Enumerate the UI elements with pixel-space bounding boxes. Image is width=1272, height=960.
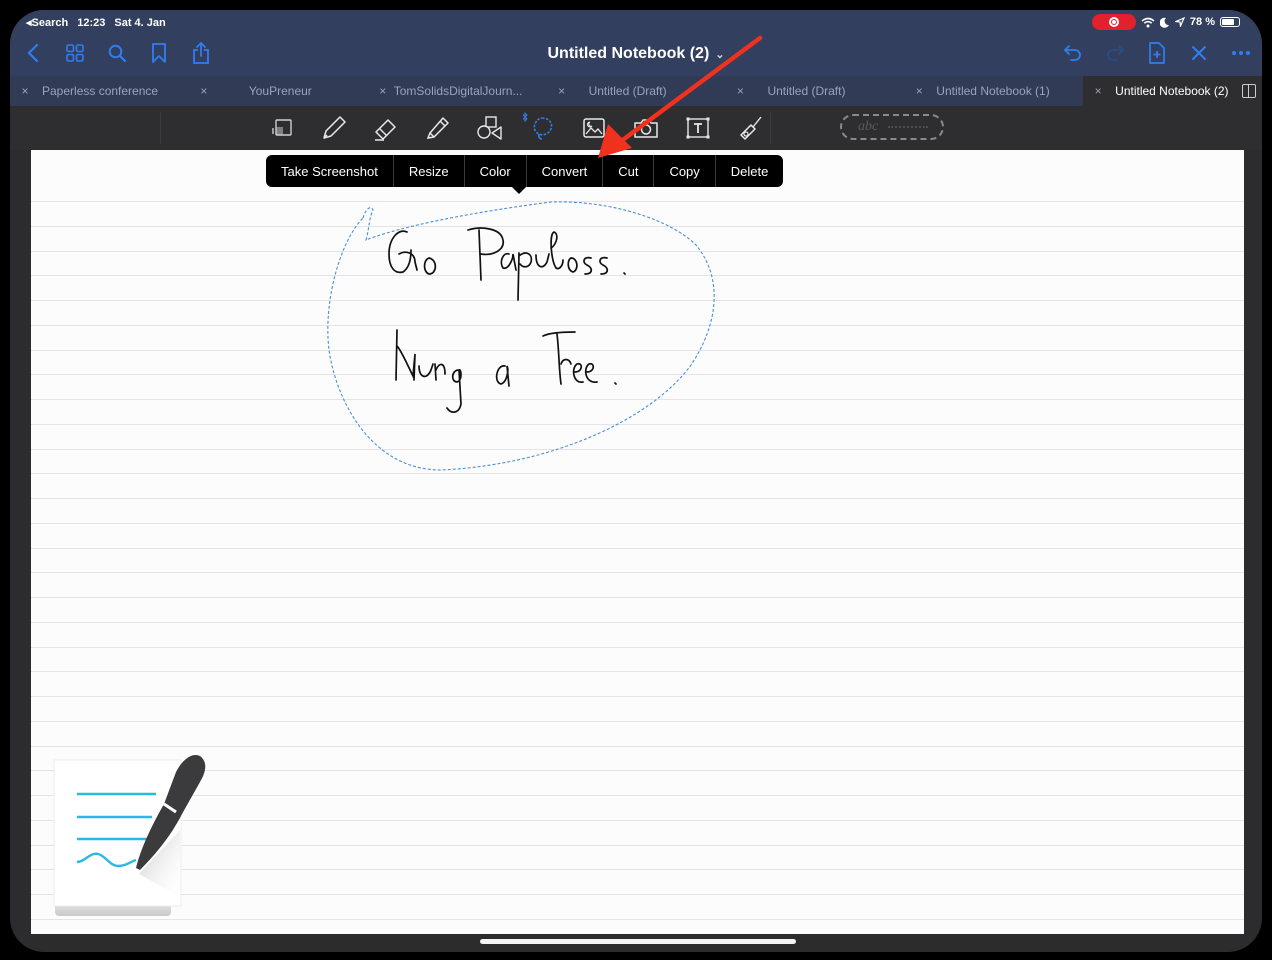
notebook-title: Untitled Notebook (2): [547, 45, 710, 62]
redo-button[interactable]: [1104, 42, 1126, 64]
color-menu-item[interactable]: Color: [463, 155, 526, 187]
image-icon: [583, 118, 605, 138]
tab-tomsolids-digital-journal[interactable]: × TomSolidsDigitalJourn...: [368, 76, 547, 106]
more-button[interactable]: [1230, 42, 1252, 64]
status-time: 12:23: [77, 16, 106, 29]
tab-close-icon[interactable]: ×: [193, 84, 215, 98]
screen-recording-indicator[interactable]: [1091, 14, 1136, 30]
undo-button[interactable]: [1062, 42, 1084, 64]
take-screenshot-menu-item[interactable]: Take Screenshot: [266, 155, 393, 187]
tab-label: YouPreneur: [248, 84, 312, 98]
tab-close-icon[interactable]: ×: [551, 84, 573, 98]
lasso-selection-outline: [327, 201, 715, 471]
tab-close-icon[interactable]: ×: [908, 84, 930, 98]
split-view-icon[interactable]: [1242, 84, 1257, 98]
pen-icon: [323, 116, 346, 139]
zoom-window-icon: [272, 119, 292, 136]
ipad-screen: ◂Search 12:23 Sat 4. Jan 78 % Untitled N…: [10, 10, 1262, 952]
back-to-app-link[interactable]: ◂Search: [26, 16, 68, 29]
tab-untitled-notebook-1[interactable]: × Untitled Notebook (1): [904, 76, 1083, 106]
tab-close-icon[interactable]: ×: [372, 84, 394, 98]
tab-label: Paperless conference: [42, 84, 159, 98]
lasso-icon: [533, 117, 553, 140]
bluetooth-icon: [522, 112, 528, 122]
close-button[interactable]: [1188, 42, 1210, 64]
nav-right-group: [1062, 42, 1252, 64]
tool-group: [266, 112, 766, 142]
status-bar-left: ◂Search 12:23 Sat 4. Jan: [26, 16, 166, 30]
tab-label: Untitled Notebook (2): [1115, 84, 1229, 98]
battery-icon: [1220, 17, 1240, 27]
resize-menu-item[interactable]: Resize: [392, 155, 464, 187]
back-app-label: Search: [31, 17, 69, 29]
record-icon: [1108, 17, 1119, 27]
lasso-tool[interactable]: [522, 112, 558, 142]
tab-close-icon[interactable]: ×: [1087, 84, 1109, 98]
location-icon: [1174, 17, 1185, 27]
document-tabs: × Paperless conference × YouPreneur × TomSo…: [10, 76, 1262, 106]
top-navigation-bar: ◂Search 12:23 Sat 4. Jan 78 % Untitled N…: [10, 10, 1262, 76]
highlighter-icon: [426, 117, 449, 139]
laser-pointer-tool[interactable]: [734, 114, 766, 142]
camera-tool[interactable]: [630, 114, 662, 142]
cut-menu-item[interactable]: Cut: [602, 155, 653, 187]
handwriting-to-text-tool[interactable]: abc: [840, 114, 944, 140]
add-page-icon: [1149, 42, 1165, 64]
context-menu-pointer: [512, 187, 526, 194]
home-indicator[interactable]: [480, 939, 796, 944]
battery-percent: 78 %: [1189, 16, 1215, 28]
undo-icon: [1063, 45, 1081, 61]
tab-paperless-conference[interactable]: × Paperless conference: [10, 76, 189, 106]
chevron-down-icon: ⌄: [715, 49, 725, 61]
drawing-toolbar: abc: [10, 106, 1262, 150]
tab-untitled-notebook-2[interactable]: × Untitled Notebook (2): [1083, 76, 1262, 106]
selection-context-menu: Take Screenshot Resize Color Convert Cut…: [266, 155, 784, 187]
app-logo-icon: [53, 754, 206, 916]
toolbar-divider: [160, 112, 161, 144]
image-tool[interactable]: [578, 114, 610, 142]
tab-label: Untitled (Draft): [767, 84, 846, 98]
redo-icon: [1107, 45, 1125, 61]
tab-untitled-draft-1[interactable]: × Untitled (Draft): [547, 76, 726, 106]
convert-menu-item[interactable]: Convert: [525, 155, 603, 187]
status-bar-right: 78 %: [1091, 14, 1240, 30]
tab-close-icon[interactable]: ×: [729, 84, 751, 98]
eraser-tool[interactable]: [370, 114, 402, 142]
shapes-icon: [477, 116, 502, 140]
goodnotes-logo: [52, 742, 222, 927]
pen-tool[interactable]: [318, 114, 350, 142]
text-tool-placeholder: abc: [858, 119, 879, 134]
tab-label: Untitled (Draft): [588, 84, 667, 98]
more-icon: [1232, 51, 1250, 55]
add-page-button[interactable]: [1146, 42, 1168, 64]
text-box-icon: [686, 117, 710, 139]
copy-menu-item[interactable]: Copy: [653, 155, 714, 187]
laser-pointer-icon: [740, 116, 762, 140]
text-box-tool[interactable]: [682, 114, 714, 142]
camera-icon: [634, 119, 658, 138]
moon-icon: [1159, 17, 1169, 28]
text-tool-scribble: [888, 126, 929, 128]
tab-label: TomSolidsDigitalJourn...: [393, 84, 523, 98]
tab-label: Untitled Notebook (1): [936, 84, 1050, 98]
status-date: Sat 4. Jan: [114, 16, 166, 29]
tab-untitled-draft-2[interactable]: × Untitled (Draft): [725, 76, 904, 106]
tab-youpreneur[interactable]: × YouPreneur: [189, 76, 368, 106]
close-icon: [1192, 46, 1206, 60]
shapes-tool[interactable]: [474, 114, 506, 142]
handwriting-ink: [388, 227, 626, 413]
zoom-window-tool[interactable]: [266, 114, 298, 142]
tab-close-icon[interactable]: ×: [14, 84, 36, 98]
eraser-icon: [375, 119, 396, 141]
toolbar-divider: [770, 112, 771, 144]
highlighter-tool[interactable]: [422, 114, 454, 142]
delete-menu-item[interactable]: Delete: [714, 155, 784, 187]
wifi-icon: [1141, 17, 1155, 27]
